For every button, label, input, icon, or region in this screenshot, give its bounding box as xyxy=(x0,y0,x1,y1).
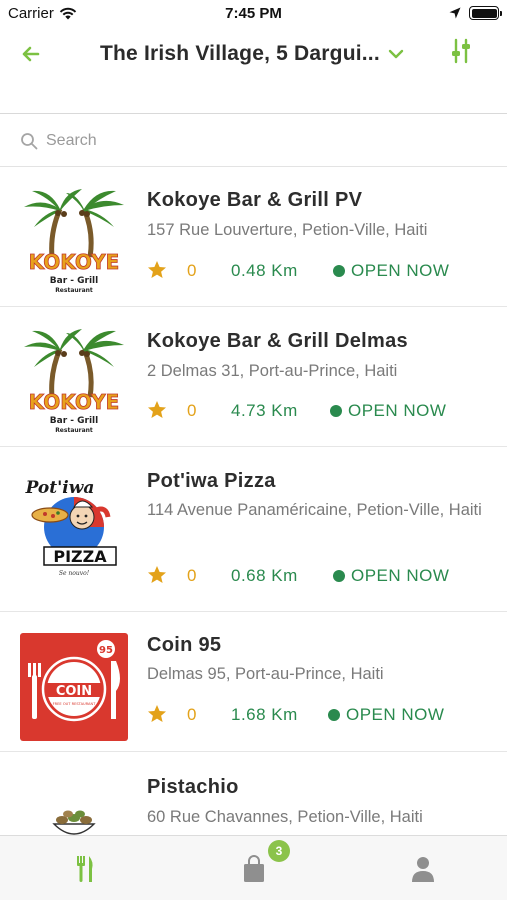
restaurant-meta: 0 0.68 Km OPEN NOW xyxy=(147,565,492,587)
chevron-down-icon[interactable] xyxy=(388,46,404,62)
open-dot-icon xyxy=(333,570,345,582)
restaurant-row[interactable]: Pistachio 60 Rue Chavannes, Petion-Ville… xyxy=(0,752,507,835)
star-icon xyxy=(148,566,166,583)
battery-icon xyxy=(469,6,502,20)
open-status: OPEN NOW xyxy=(328,705,444,725)
restaurant-meta: 0 4.73 Km OPEN NOW xyxy=(147,400,492,422)
location-arrow-icon xyxy=(449,7,461,19)
open-status: OPEN NOW xyxy=(330,401,446,421)
fork-knife-icon xyxy=(76,855,93,882)
tab-bar xyxy=(0,835,507,900)
profile-tab[interactable] xyxy=(338,836,507,900)
coin95-logo: 95 COIN FREE OUT RESTAURANT xyxy=(20,633,128,741)
coin-tagline: FREE OUT RESTAURANT xyxy=(53,702,97,706)
open-dot-icon xyxy=(328,709,340,721)
rating-value: 0 xyxy=(187,401,197,420)
restaurant-meta: 0 0.48 Km OPEN NOW xyxy=(147,260,492,282)
kokoye-sub2: Restaurant xyxy=(55,287,93,294)
restaurant-name: Pot'iwa Pizza xyxy=(147,470,276,492)
kokoye-wordmark: KOKOYE xyxy=(29,390,120,414)
restaurant-address: 157 Rue Louverture, Petion-Ville, Haiti xyxy=(147,221,428,239)
open-dot-icon xyxy=(333,265,345,277)
star-icon xyxy=(148,261,166,278)
coin-wordmark: COIN xyxy=(56,684,92,699)
back-arrow-icon[interactable] xyxy=(16,42,46,66)
rating-value: 0 xyxy=(187,261,197,280)
distance: 0.48 Km xyxy=(231,261,298,280)
restaurant-address: Delmas 95, Port-au-Prince, Haiti xyxy=(147,665,384,683)
filter-sliders-icon[interactable] xyxy=(449,38,473,64)
star-icon xyxy=(148,401,166,418)
search-bar xyxy=(0,115,507,167)
distance: 0.68 Km xyxy=(231,566,298,585)
star-icon xyxy=(148,705,166,722)
restaurant-row[interactable]: KOKOYE Bar - Grill Restaurant Kokoye Bar… xyxy=(0,307,507,447)
potiwa-logo: Pot'iwa PIZZA Se nouvo! xyxy=(20,471,128,579)
clock: 7:45 PM xyxy=(225,5,282,22)
open-status: OPEN NOW xyxy=(333,566,449,586)
kokoye-sub2: Restaurant xyxy=(55,427,93,434)
distance: 4.73 Km xyxy=(231,401,298,420)
open-status-label: OPEN NOW xyxy=(351,566,450,585)
restaurant-address: 2 Delmas 31, Port-au-Prince, Haiti xyxy=(147,362,398,380)
user-icon xyxy=(411,856,434,882)
kokoye-logo: KOKOYE Bar - Grill Restaurant xyxy=(20,327,128,435)
kokoye-sub: Bar - Grill xyxy=(50,276,98,286)
restaurant-row[interactable]: Pot'iwa PIZZA Se nouvo! Pot'iwa Pizza 11… xyxy=(0,447,507,612)
open-status-label: OPEN NOW xyxy=(348,401,447,420)
search-input[interactable] xyxy=(46,127,486,155)
open-dot-icon xyxy=(330,405,342,417)
restaurant-row[interactable]: KOKOYE Bar - Grill Restaurant Kokoye Bar… xyxy=(0,167,507,307)
cart-badge: 3 xyxy=(268,840,290,862)
restaurant-name: Kokoye Bar & Grill Delmas xyxy=(147,330,408,352)
status-bar: Carrier 7:45 PM xyxy=(0,0,507,28)
restaurant-row[interactable]: 95 COIN FREE OUT RESTAURANT Coin 95 Delm… xyxy=(0,612,507,752)
restaurant-name: Pistachio xyxy=(147,776,239,798)
bag-icon xyxy=(243,854,264,882)
restaurant-address: 60 Rue Chavannes, Petion-Ville, Haiti xyxy=(147,808,423,826)
nav-bar: The Irish Village, 5 Dargui... xyxy=(0,28,507,114)
restaurants-tab[interactable] xyxy=(0,836,169,900)
potiwa-tagline: Se nouvo! xyxy=(59,570,90,577)
potiwa-wordmark: Pot'iwa xyxy=(25,478,95,498)
rating-value: 0 xyxy=(187,566,197,585)
restaurant-name: Coin 95 xyxy=(147,634,222,656)
location-title[interactable]: The Irish Village, 5 Dargui... xyxy=(100,42,390,66)
distance: 1.68 Km xyxy=(231,705,298,724)
kokoye-sub: Bar - Grill xyxy=(50,416,98,426)
rating-value: 0 xyxy=(187,705,197,724)
restaurant-list[interactable]: KOKOYE Bar - Grill Restaurant Kokoye Bar… xyxy=(0,167,507,835)
orders-tab[interactable] xyxy=(169,836,338,900)
search-icon xyxy=(21,133,38,150)
restaurant-name: Kokoye Bar & Grill PV xyxy=(147,189,363,211)
kokoye-logo: KOKOYE Bar - Grill Restaurant xyxy=(20,187,128,295)
pistachio-logo xyxy=(20,772,128,835)
open-status-label: OPEN NOW xyxy=(346,705,445,724)
potiwa-pizza-text: PIZZA xyxy=(53,547,107,566)
kokoye-wordmark: KOKOYE xyxy=(29,250,120,274)
open-status-label: OPEN NOW xyxy=(351,261,450,280)
restaurant-meta: 0 1.68 Km OPEN NOW xyxy=(147,704,492,726)
open-status: OPEN NOW xyxy=(333,261,449,281)
coin-number: 95 xyxy=(99,645,113,656)
restaurant-address: 114 Avenue Panaméricaine, Petion-Ville, … xyxy=(147,501,482,519)
